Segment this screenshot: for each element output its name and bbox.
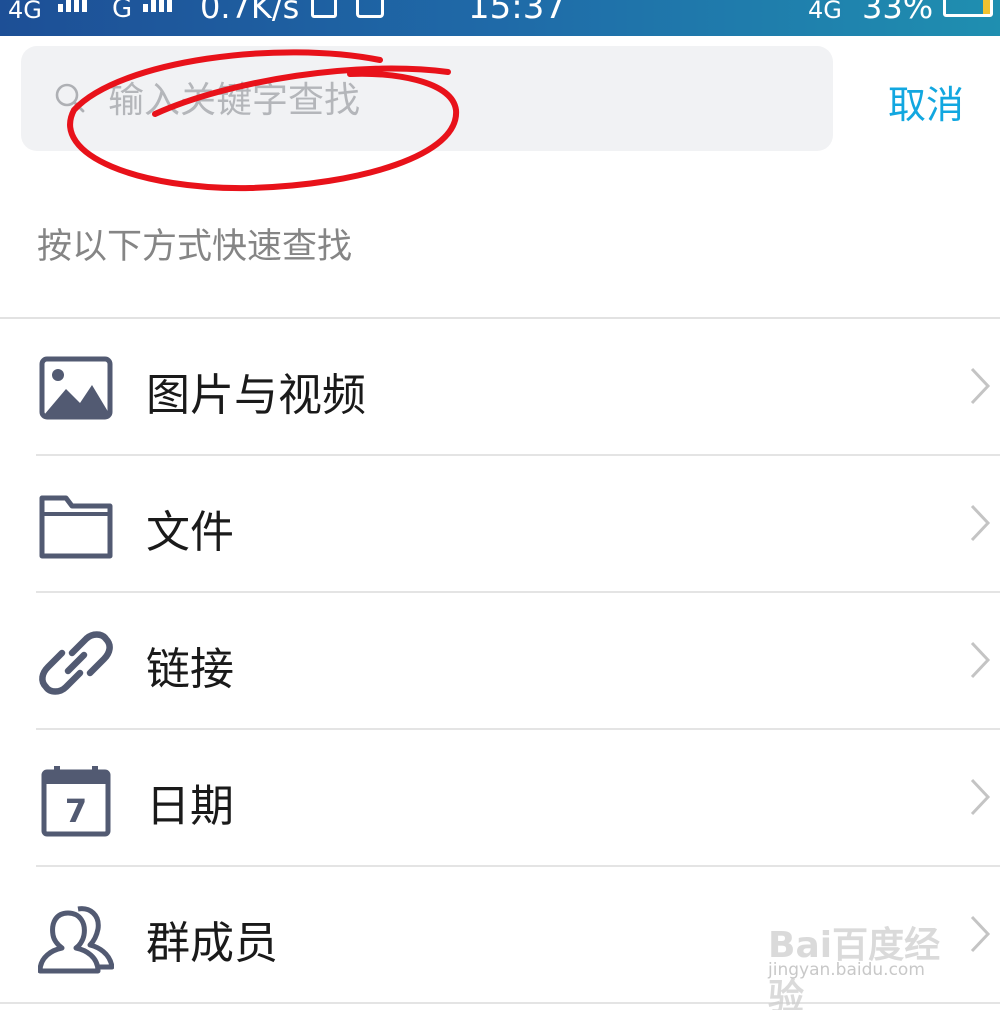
folder-icon	[39, 495, 113, 559]
battery-percent: 33%	[862, 0, 934, 26]
list-item-label: 群成员	[146, 918, 278, 969]
quick-search-list: 图片与视频 文件 链接 7 日期 群成员	[0, 319, 1000, 1004]
list-item-label: 文件	[146, 507, 234, 558]
notification-app-icon	[311, 0, 337, 18]
network-speed: 0.7K/s	[200, 0, 300, 26]
image-icon	[39, 356, 113, 420]
chevron-right-icon	[970, 367, 991, 405]
chevron-right-icon	[970, 641, 991, 679]
list-item-date[interactable]: 7 日期	[0, 730, 1000, 867]
clock: 15:37	[468, 0, 566, 27]
list-divider	[0, 1002, 1000, 1004]
signal-strength-icon	[58, 0, 87, 12]
list-item-group-members[interactable]: 群成员	[0, 867, 1000, 1004]
group-members-icon	[38, 906, 114, 974]
list-item-label: 日期	[146, 781, 234, 832]
search-icon	[55, 83, 85, 113]
cancel-button[interactable]: 取消	[888, 74, 964, 129]
calendar-icon: 7	[41, 766, 111, 837]
list-item-files[interactable]: 文件	[0, 456, 1000, 593]
list-item-images-videos[interactable]: 图片与视频	[0, 319, 1000, 456]
status-bar: 4G G 0.7K/s 15:37 4G 33%	[0, 0, 1000, 36]
chevron-right-icon	[970, 915, 991, 953]
chevron-right-icon	[970, 504, 991, 542]
network-type-2: G	[112, 0, 133, 24]
list-item-label: 链接	[146, 644, 234, 695]
list-item-label: 图片与视频	[146, 370, 366, 421]
notification-app-icon	[356, 0, 384, 18]
list-item-links[interactable]: 链接	[0, 593, 1000, 730]
network-type-3: 4G	[808, 0, 842, 24]
calendar-day: 7	[65, 792, 87, 830]
chevron-right-icon	[970, 778, 991, 816]
network-type-1: 4G	[8, 0, 42, 24]
search-input[interactable]	[108, 74, 808, 126]
battery-icon	[943, 0, 993, 17]
quick-search-hint: 按以下方式快速查找	[37, 227, 353, 267]
signal-strength-icon	[143, 0, 172, 12]
link-icon	[39, 631, 113, 695]
